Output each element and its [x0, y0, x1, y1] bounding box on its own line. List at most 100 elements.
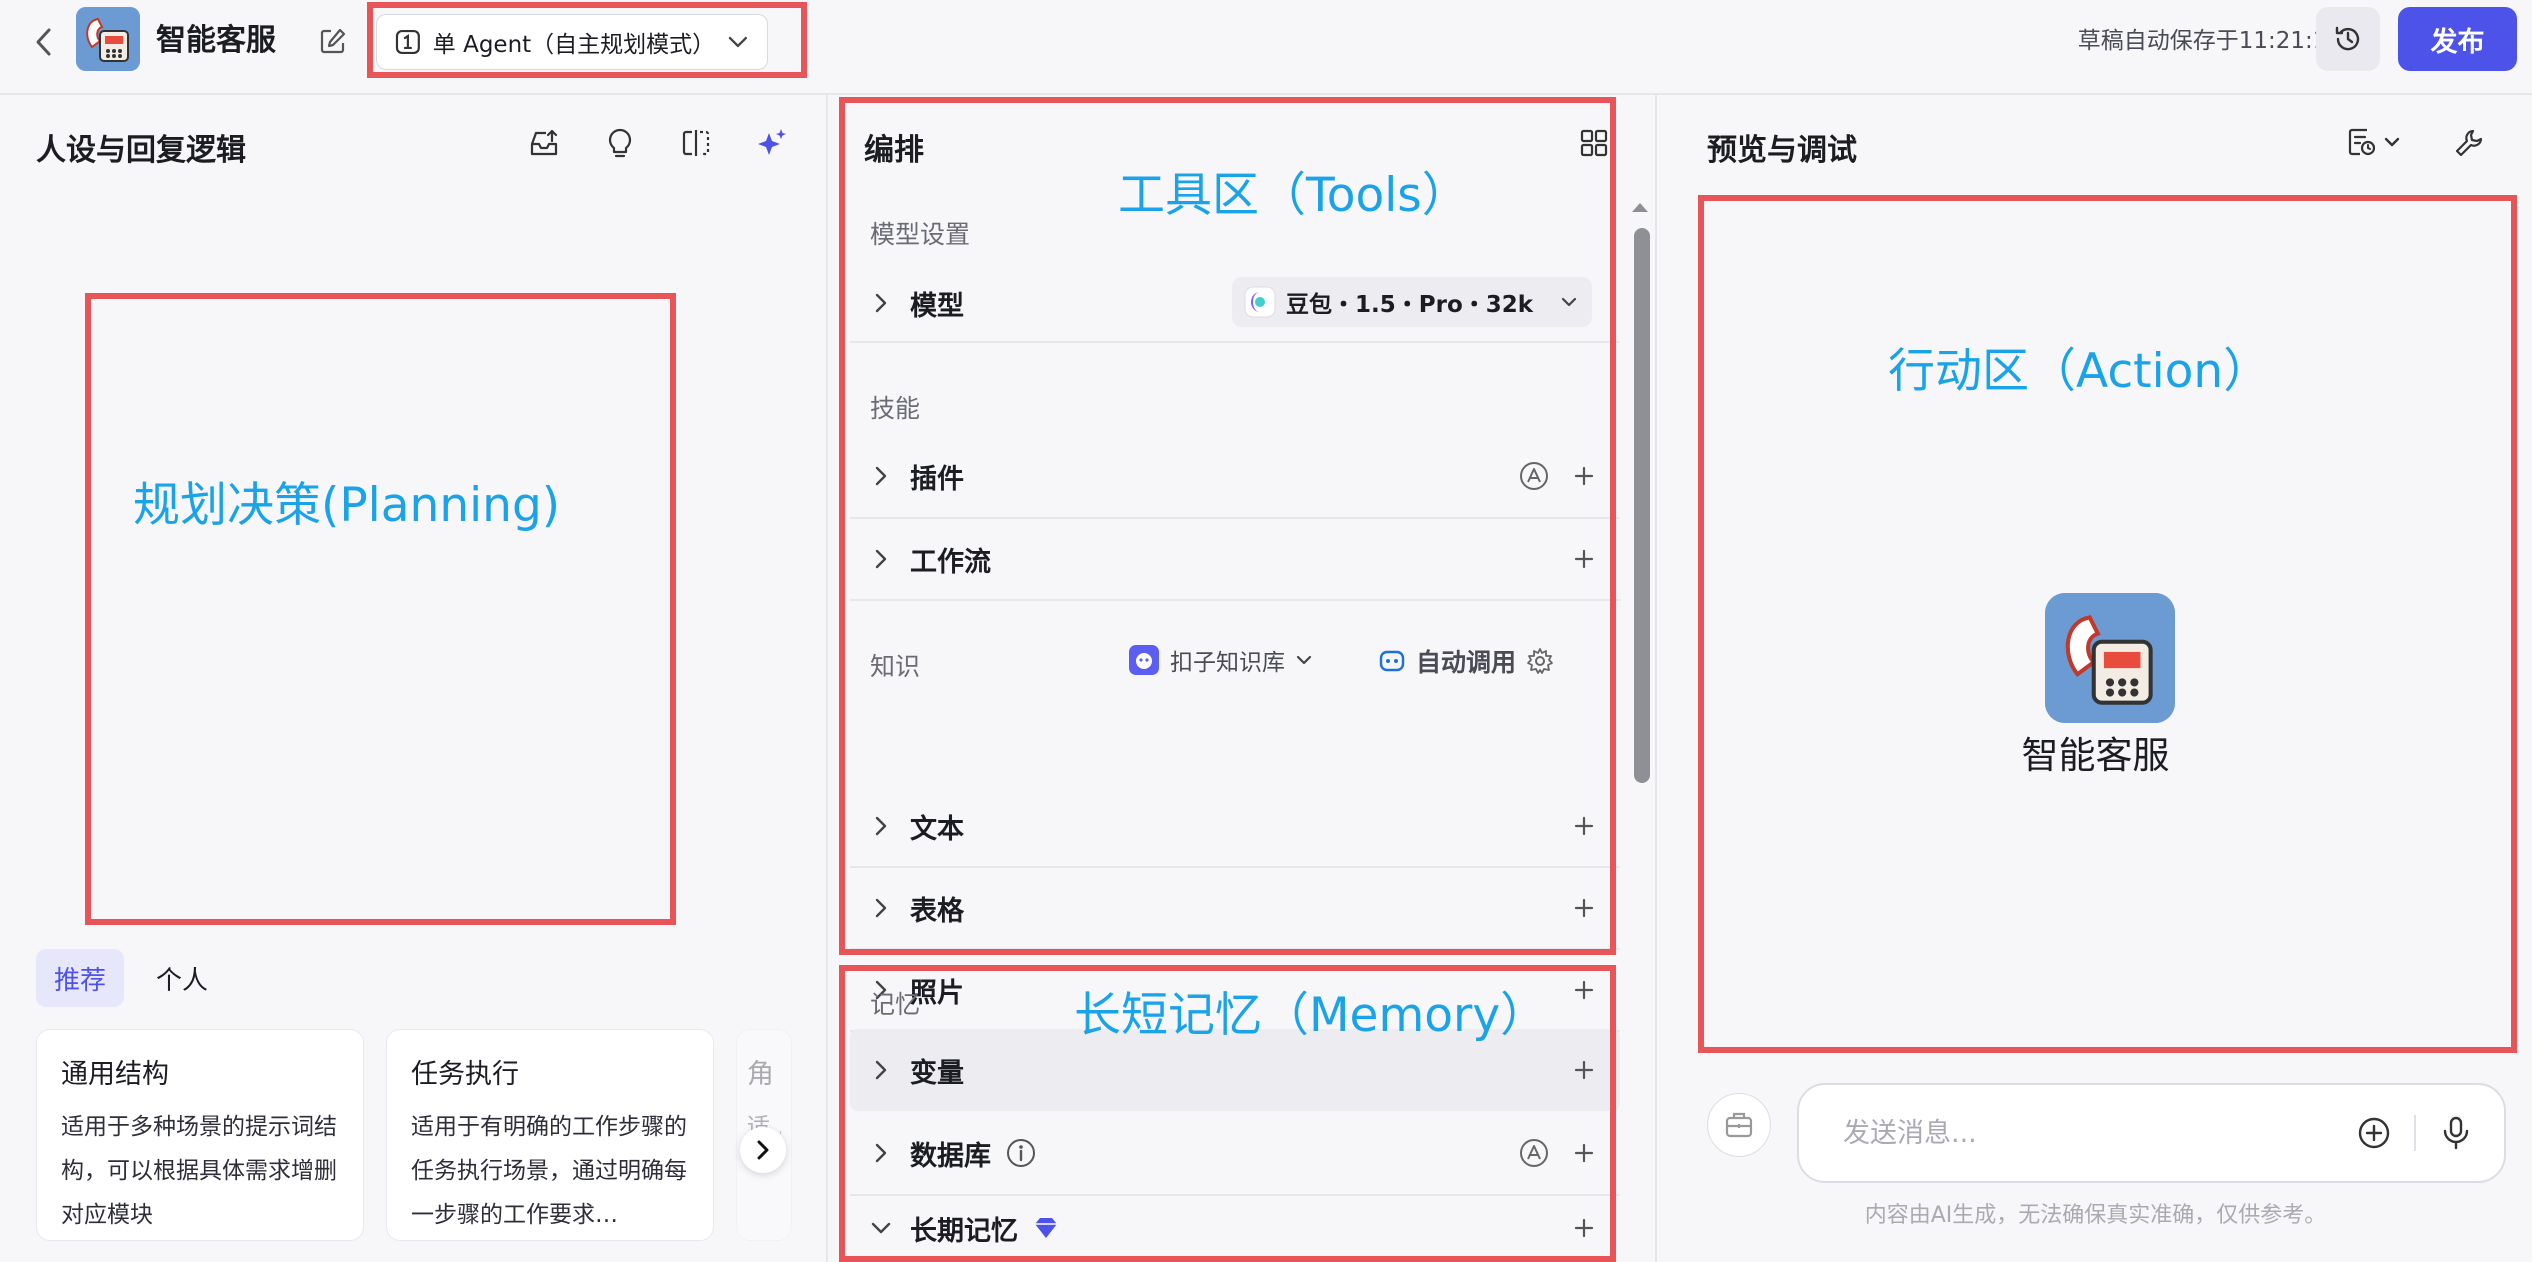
message-composer	[1797, 1083, 2506, 1183]
add-workflow-button[interactable]	[1564, 539, 1604, 579]
diamond-icon	[1035, 1218, 1057, 1238]
compare-view-button[interactable]	[676, 123, 716, 163]
auto-a-icon[interactable]	[1518, 460, 1550, 492]
preview-title: 预览与调试	[1707, 133, 1857, 168]
model-select[interactable]: 豆包・1.5・Pro・32k	[1232, 277, 1592, 327]
coze-logo-icon	[1129, 645, 1159, 675]
edit-name-button[interactable]	[316, 24, 350, 58]
model-value: 豆包・1.5・Pro・32k	[1286, 292, 1534, 318]
history-icon	[2335, 26, 2360, 51]
chevron-right-icon	[866, 1055, 896, 1085]
add-text-button[interactable]	[1564, 806, 1604, 846]
memory-section-label: 记忆	[870, 990, 921, 1019]
bot-tools-button[interactable]	[1707, 1093, 1771, 1157]
scroll-up-arrow-icon[interactable]	[1630, 200, 1650, 214]
chevron-right-icon	[866, 811, 896, 841]
back-button[interactable]	[24, 22, 64, 62]
chevron-down-icon	[1561, 297, 1577, 307]
microphone-icon	[2443, 1116, 2469, 1150]
chevron-down-icon	[2384, 137, 2400, 147]
template-card-desc: 适用于有明确的工作步骤的任务执行场景，通过明确每一步骤的工作要求…	[411, 1114, 687, 1228]
bot-name: 智能客服	[2021, 734, 2170, 777]
plus-icon	[1574, 816, 1594, 836]
ai-optimize-button[interactable]	[752, 123, 792, 163]
robot-face-icon	[1379, 650, 1405, 672]
preview-panel: 预览与调试 智能客服 内容由AI生成，无法确保真实准确，仅供参考。	[1659, 95, 2532, 1262]
publish-button[interactable]: 发布	[2398, 7, 2517, 71]
lightbulb-icon	[608, 128, 632, 158]
prompt-tips-button[interactable]	[600, 123, 640, 163]
knowledge-table-row[interactable]: 表格	[850, 867, 1620, 949]
long-term-memory-row[interactable]: 长期记忆	[850, 1195, 1620, 1261]
prompt-import-button[interactable]	[524, 123, 564, 163]
wrench-icon	[2455, 129, 2483, 157]
knowledge-text-row[interactable]: 文本	[850, 785, 1620, 867]
database-row[interactable]: 数据库	[850, 1112, 1620, 1194]
cards-next-button[interactable]	[740, 1127, 786, 1173]
template-card[interactable]: 通用结构 适用于多种场景的提示词结构，可以根据具体需求增删对应模块	[36, 1029, 364, 1241]
add-attachment-button[interactable]	[2352, 1111, 2396, 1155]
voice-input-button[interactable]	[2434, 1111, 2478, 1155]
variables-label: 变量	[910, 1057, 964, 1089]
chevron-right-icon	[866, 893, 896, 923]
history-button[interactable]	[2316, 7, 2380, 71]
edit-icon	[320, 28, 346, 54]
long-term-memory-label: 长期记忆	[910, 1215, 1018, 1247]
debug-record-icon	[2348, 128, 2376, 156]
knowledge-table-label: 表格	[910, 895, 964, 927]
scrollbar-thumb[interactable]	[1634, 228, 1650, 783]
add-photo-button[interactable]	[1564, 970, 1604, 1010]
template-card-desc: 适用于多种场景的提示词结构，可以根据具体需求增删对应模块	[61, 1114, 337, 1228]
sparkle-icon	[758, 129, 786, 155]
add-plugin-button[interactable]	[1564, 456, 1604, 496]
add-long-term-memory-button[interactable]	[1564, 1208, 1604, 1248]
orchestration-title: 编排	[864, 133, 924, 168]
plus-icon	[1574, 466, 1594, 486]
chevron-right-icon	[866, 544, 896, 574]
divider	[850, 599, 1620, 601]
chevron-left-icon	[36, 28, 51, 56]
composer-separator	[2414, 1115, 2416, 1151]
agent-mode-icon	[395, 30, 420, 54]
variables-row[interactable]: 变量	[850, 1029, 1620, 1111]
tab-personal[interactable]: 个人	[138, 949, 226, 1007]
message-input[interactable]	[1843, 1117, 2352, 1149]
plus-circle-icon	[2358, 1117, 2390, 1149]
chevron-right-icon	[866, 1138, 896, 1168]
doubao-logo-icon	[1244, 286, 1276, 318]
top-bar: 智能客服 单 Agent（自主规划模式） 草稿自动保存于11:21:18 发布	[0, 0, 2532, 95]
template-card[interactable]: 任务执行 适用于有明确的工作步骤的任务执行场景，通过明确每一步骤的工作要求…	[386, 1029, 714, 1241]
knowledge-photo-row[interactable]: 照片	[850, 949, 1620, 1031]
info-icon[interactable]	[1005, 1137, 1037, 1169]
plus-icon	[1574, 1143, 1594, 1163]
knowledge-source-select[interactable]: 扣子知识库	[1128, 643, 1313, 677]
knowledge-section-label: 知识	[870, 652, 921, 681]
app-avatar[interactable]	[76, 7, 140, 71]
auto-a-icon[interactable]	[1518, 1137, 1550, 1169]
divider	[850, 341, 1620, 343]
agent-mode-select[interactable]: 单 Agent（自主规划模式）	[376, 14, 768, 70]
layout-toggle-button[interactable]	[1574, 123, 1614, 163]
knowledge-auto-call[interactable]: 自动调用	[1378, 643, 1554, 679]
database-label: 数据库	[910, 1140, 991, 1172]
plus-icon	[1574, 898, 1594, 918]
add-variable-button[interactable]	[1564, 1050, 1604, 1090]
workflow-row-label: 工作流	[910, 546, 991, 578]
add-table-button[interactable]	[1564, 888, 1604, 928]
knowledge-text-label: 文本	[910, 813, 964, 845]
split-view-icon	[682, 130, 710, 156]
tab-recommended[interactable]: 推荐	[36, 949, 125, 1007]
model-section-label: 模型设置	[870, 220, 971, 249]
persona-title: 人设与回复逻辑	[36, 133, 246, 168]
workflow-row[interactable]: 工作流	[850, 518, 1620, 600]
chevron-down-icon	[728, 36, 748, 48]
template-card-title: 通用结构	[61, 1059, 169, 1090]
autosave-status: 草稿自动保存于11:21:18	[2077, 28, 2342, 54]
skills-section-label: 技能	[870, 394, 921, 423]
telephone-robot-icon	[2045, 593, 2175, 723]
plugin-row[interactable]: 插件	[850, 435, 1620, 517]
debug-history-select[interactable]	[2347, 127, 2401, 157]
debug-settings-button[interactable]	[2449, 123, 2489, 163]
add-database-button[interactable]	[1564, 1133, 1604, 1173]
gear-icon[interactable]	[1526, 647, 1554, 675]
